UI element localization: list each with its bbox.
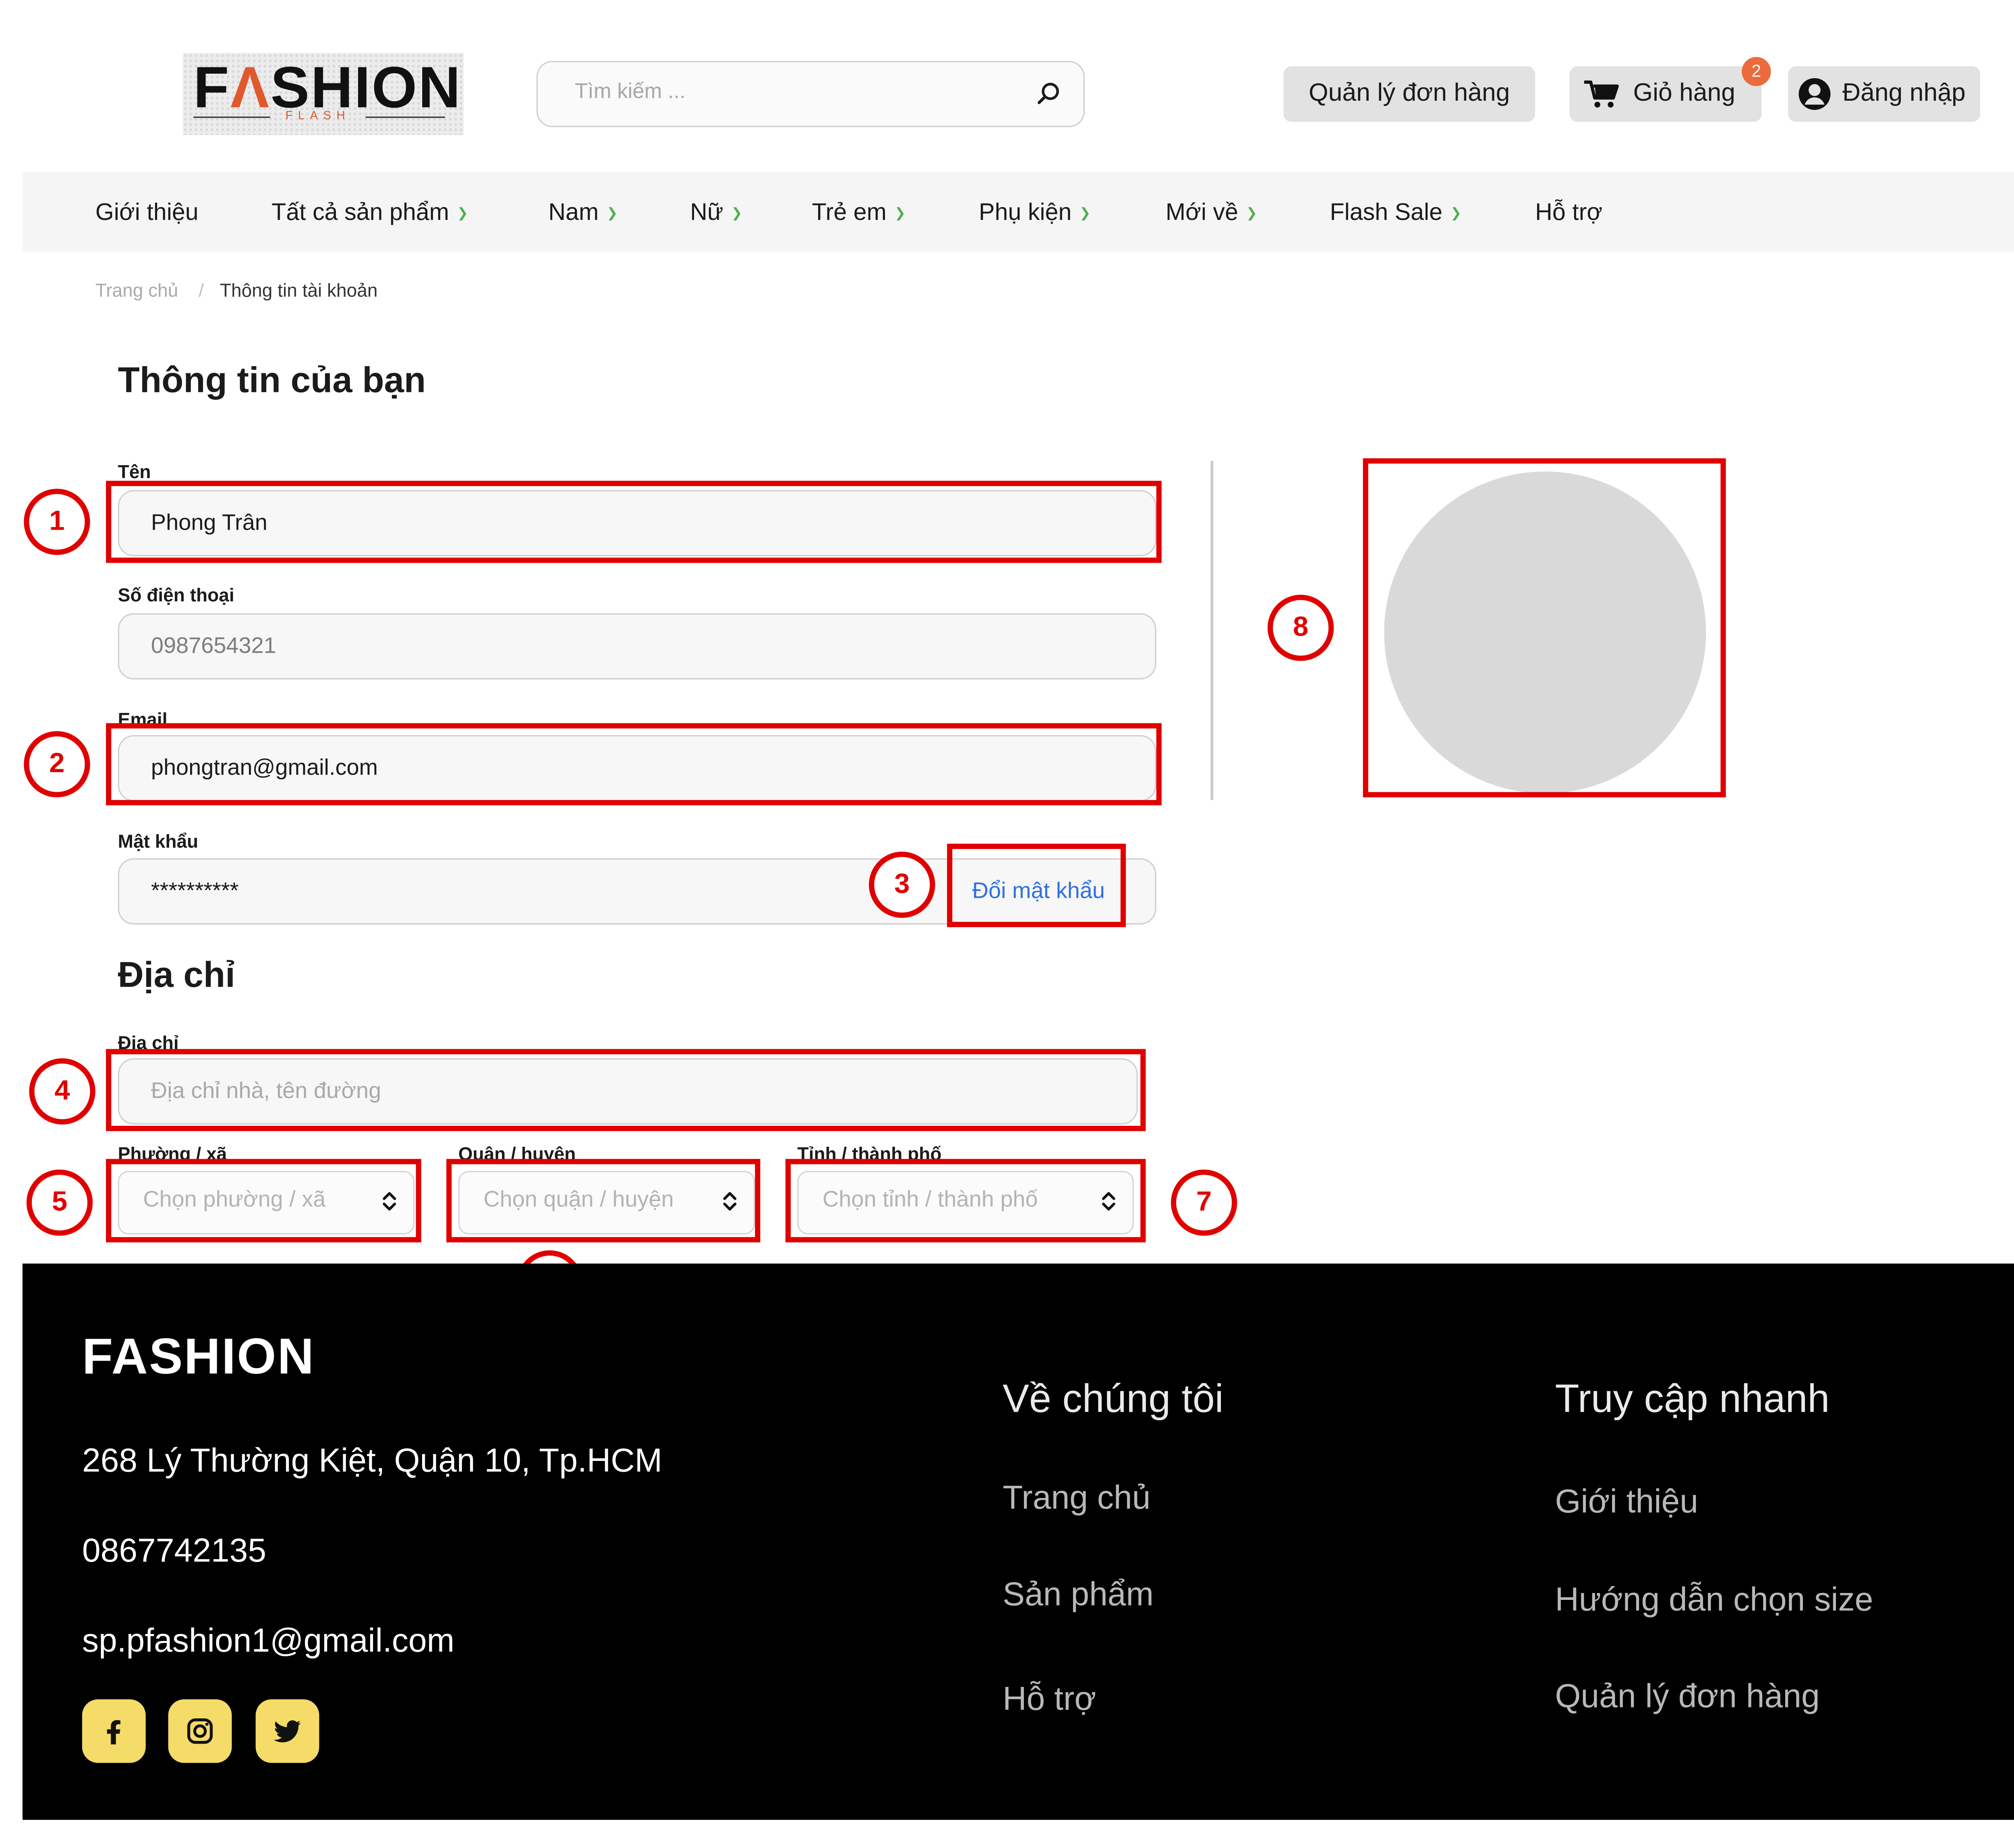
chevron-down-icon: ❯ bbox=[1450, 206, 1462, 222]
annotation-marker-7: 7 bbox=[1171, 1169, 1237, 1236]
search-input[interactable] bbox=[572, 79, 1015, 106]
footer-logo: FASHION bbox=[82, 1330, 315, 1386]
chevron-down-icon: ❯ bbox=[457, 206, 468, 222]
footer-link-orders[interactable]: Quản lý đơn hàng bbox=[1555, 1678, 1819, 1716]
section-divider bbox=[1210, 461, 1214, 800]
facebook-button[interactable] bbox=[82, 1699, 146, 1763]
nav-item-women[interactable]: Nữ ❯ bbox=[690, 199, 742, 226]
password-label: Mật khẩu bbox=[118, 830, 199, 852]
facebook-icon bbox=[107, 1720, 120, 1744]
nav-item-flash-sale[interactable]: Flash Sale ❯ bbox=[1330, 199, 1461, 226]
chevron-down-icon: ❯ bbox=[607, 206, 618, 222]
cart-count-badge: 2 bbox=[1742, 57, 1771, 86]
nav-label: Nữ bbox=[690, 199, 723, 226]
chevron-down-icon: ❯ bbox=[894, 206, 906, 222]
nav-label: Trẻ em bbox=[812, 199, 887, 226]
logo-subtitle: FLASH bbox=[285, 108, 350, 122]
user-icon bbox=[1797, 77, 1832, 111]
breadcrumb-home[interactable]: Trang chủ bbox=[95, 280, 178, 301]
nav-item-men[interactable]: Nam ❯ bbox=[548, 199, 617, 226]
footer-phone: 0867742135 bbox=[82, 1532, 267, 1570]
chevron-down-icon: ❯ bbox=[731, 206, 742, 222]
nav-label: Hỗ trợ bbox=[1535, 199, 1603, 226]
logo-rule-left bbox=[193, 116, 270, 118]
annotation-marker-2: 2 bbox=[24, 731, 90, 798]
nav-item-kids[interactable]: Trẻ em ❯ bbox=[812, 199, 906, 226]
highlight-box-name bbox=[106, 481, 1162, 563]
twitter-icon bbox=[274, 1720, 301, 1742]
highlight-box-ward bbox=[106, 1159, 421, 1243]
cart-label: Giỏ hàng bbox=[1633, 79, 1736, 108]
phone-input[interactable] bbox=[118, 613, 1156, 680]
chevron-down-icon: ❯ bbox=[1246, 206, 1258, 222]
nav-label: Nam bbox=[548, 199, 599, 226]
footer-quick-title: Truy cập nhanh bbox=[1555, 1377, 1830, 1421]
account-page: FΛSHION FLASH Quản lý đơn hàng Giỏ hàng … bbox=[0, 0, 2014, 1848]
highlight-box-city bbox=[785, 1159, 1146, 1243]
nav-label: Flash Sale bbox=[1330, 199, 1443, 226]
phone-label: Số điện thoại bbox=[118, 584, 234, 605]
footer-address: 268 Lý Thường Kiệt, Quận 10, Tp.HCM bbox=[82, 1442, 663, 1480]
annotation-marker-4: 4 bbox=[29, 1058, 95, 1125]
breadcrumb-separator: / bbox=[199, 279, 204, 301]
highlight-box-change-password bbox=[947, 843, 1126, 927]
search-icon[interactable] bbox=[1036, 81, 1062, 114]
footer-about-title: Về chúng tôi bbox=[1003, 1377, 1224, 1421]
instagram-button[interactable] bbox=[168, 1699, 232, 1763]
name-label: Tên bbox=[118, 461, 151, 482]
nav-item-new-arrivals[interactable]: Mới về ❯ bbox=[1166, 199, 1258, 226]
annotation-marker-8: 8 bbox=[1267, 595, 1334, 661]
annotation-marker-5: 5 bbox=[26, 1169, 93, 1236]
footer-link-support[interactable]: Hỗ trợ bbox=[1003, 1681, 1096, 1719]
footer-email: sp.pfashion1@gmail.com bbox=[82, 1622, 455, 1660]
login-button[interactable]: Đăng nhập bbox=[1788, 66, 1981, 122]
nav-label: Giới thiệu bbox=[95, 199, 199, 226]
footer-link-home[interactable]: Trang chủ bbox=[1003, 1479, 1150, 1518]
cart-button[interactable]: Giỏ hàng bbox=[1569, 66, 1762, 122]
twitter-button[interactable] bbox=[255, 1699, 319, 1763]
highlight-box-email bbox=[106, 723, 1162, 806]
nav-item-accessories[interactable]: Phụ kiện ❯ bbox=[979, 199, 1091, 226]
address-title: Địa chỉ bbox=[118, 955, 235, 995]
logo-rule-right bbox=[365, 116, 445, 118]
search-bar bbox=[536, 61, 1085, 127]
order-management-button[interactable]: Quản lý đơn hàng bbox=[1283, 66, 1535, 122]
cart-icon bbox=[1583, 78, 1620, 110]
nav-label: Phụ kiện bbox=[979, 199, 1072, 226]
annotation-marker-3: 3 bbox=[869, 851, 935, 918]
nav-item-gioi-thieu[interactable]: Giới thiệu bbox=[95, 199, 199, 226]
chevron-down-icon: ❯ bbox=[1080, 206, 1091, 222]
footer-link-products[interactable]: Sản phẩm bbox=[1003, 1576, 1154, 1614]
nav-label: Tất cả sản phẩm bbox=[271, 199, 449, 226]
annotation-marker-1: 1 bbox=[24, 489, 90, 555]
nav-item-support[interactable]: Hỗ trợ bbox=[1535, 199, 1602, 226]
footer-link-about[interactable]: Giới thiệu bbox=[1555, 1483, 1698, 1522]
instagram-icon bbox=[187, 1718, 213, 1744]
nav-label: Mới về bbox=[1165, 199, 1238, 226]
login-label: Đăng nhập bbox=[1842, 79, 1966, 108]
footer bbox=[22, 1264, 2014, 1820]
breadcrumb-current: Thông tin tài khoản bbox=[220, 279, 378, 301]
highlight-box-avatar bbox=[1363, 458, 1726, 798]
highlight-box-district bbox=[446, 1159, 760, 1243]
highlight-box-street bbox=[106, 1049, 1146, 1131]
order-management-label: Quản lý đơn hàng bbox=[1308, 79, 1510, 108]
nav-item-all-products[interactable]: Tất cả sản phẩm ❯ bbox=[271, 199, 468, 226]
footer-link-size-guide[interactable]: Hướng dẫn chọn size bbox=[1555, 1581, 1873, 1620]
profile-title: Thông tin của bạn bbox=[118, 360, 426, 400]
